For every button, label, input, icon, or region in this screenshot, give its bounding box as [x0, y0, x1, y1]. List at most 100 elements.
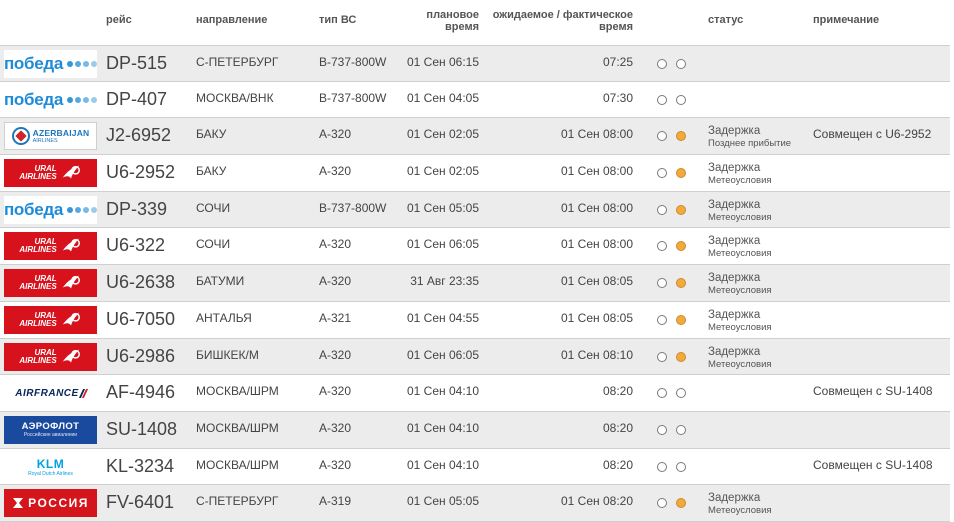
aircraft-type: A-320	[319, 237, 352, 252]
table-row: URAL AIRLINES U6-2986 БИШКЕК/М A-320 01 Сен …	[0, 338, 950, 376]
direction: БАТУМИ	[196, 274, 245, 289]
aeroflot-logo-subtext: Российские авиалинии	[23, 432, 78, 439]
pobeda-logo-text: победа	[4, 89, 64, 109]
status-indicator-2	[676, 94, 686, 105]
aircraft-type: B-737-800W	[319, 200, 387, 215]
aircraft-type: B-737-800W	[319, 55, 387, 69]
status-text: Задержка	[708, 162, 761, 175]
status-indicator-2	[676, 168, 686, 179]
arrivals-board: рейс направление тип ВС плановое время о…	[0, 0, 954, 522]
pobeda-logo: победа	[4, 50, 97, 78]
rossiya-emblem-icon	[13, 498, 24, 509]
pobeda-dots-icon	[65, 96, 97, 103]
flight-status: Задержка Позднее прибытие	[708, 125, 791, 150]
flight-number: U6-2986	[106, 345, 176, 366]
status-indicator-2	[676, 498, 686, 509]
aircraft-type: A-320	[319, 420, 352, 435]
status-indicator-2	[676, 241, 686, 252]
pobeda-logo-text: победа	[4, 54, 64, 73]
ural-logo-text: URAL AIRLINES	[19, 274, 57, 292]
direction: МОСКВА/ВНК	[196, 90, 274, 105]
status-indicator-2	[676, 278, 686, 289]
planned-time: 31 Авг 23:35	[410, 274, 479, 289]
status-text: Задержка	[708, 125, 761, 138]
rossiya-logo: РОССИЯ	[4, 489, 97, 518]
ural-bird-icon	[62, 239, 80, 252]
klm-logo: KLM Royal Dutch Airlines	[4, 452, 97, 481]
expected-time: 01 Сен 08:10	[560, 347, 633, 362]
direction: БАКУ	[196, 164, 227, 179]
airfrance-logo-mark: AIRFRANCE	[15, 388, 88, 399]
table-row: победа DP-407 МОСКВА/ВНК B-737-800W 01 Сен …	[0, 81, 950, 119]
ural-logo: URAL AIRLINES	[4, 159, 97, 188]
pobeda-logo-mark: победа	[4, 200, 97, 220]
status-indicator-2	[676, 314, 686, 325]
status-indicator-2	[676, 131, 686, 142]
flight-number: DP-339	[106, 198, 168, 219]
expected-time: 01 Сен 08:05	[560, 310, 633, 325]
status-reason: Позднее прибытие	[708, 138, 792, 150]
flight-note: Совмещен с SU-1408	[813, 384, 933, 399]
flight-rows: победа DP-515 С-ПЕТЕРБУРГ B-737-800W 01 Сен…	[0, 45, 950, 522]
status-text: Задержка	[708, 235, 761, 248]
aircraft-type: A-320	[319, 457, 352, 472]
planned-time: 01 Сен 04:10	[406, 420, 479, 435]
aeroflot-logo: АЭРОФЛОТ Российские авиалинии	[4, 415, 97, 444]
pobeda-logo-mark: победа	[4, 90, 97, 110]
status-reason: Метеоусловия	[708, 211, 772, 223]
azal-logo-mark: AZERBAIJAN AIRLINES	[11, 127, 90, 146]
ural-logo: URAL AIRLINES	[4, 269, 97, 298]
status-reason: Метеоусловия	[708, 321, 772, 333]
status-reason: Метеоусловия	[708, 248, 772, 260]
flight-number: U6-322	[106, 235, 166, 256]
status-indicator-1	[657, 498, 667, 509]
pobeda-logo: победа	[4, 195, 97, 224]
aircraft-type: A-319	[319, 494, 352, 509]
status-indicator-1	[657, 241, 667, 252]
status-reason: Метеоусловия	[708, 285, 772, 297]
status-indicator-1	[657, 94, 667, 105]
expected-time: 01 Сен 08:00	[560, 127, 633, 142]
planned-time: 01 Сен 04:10	[406, 384, 479, 399]
direction: С-ПЕТЕРБУРГ	[196, 494, 279, 509]
ural-logo-mark: URAL AIRLINES	[19, 272, 81, 294]
planned-time: 01 Сен 02:05	[406, 164, 479, 179]
planned-time: 01 Сен 05:05	[406, 200, 479, 215]
status-reason: Метеоусловия	[708, 358, 772, 370]
expected-time: 08:20	[602, 457, 633, 472]
status-text: Задержка	[708, 272, 761, 285]
header-direction: направление	[196, 14, 268, 26]
table-row: KLM Royal Dutch Airlines KL-3234 МОСКВА/Ш…	[0, 448, 950, 486]
ural-bird-icon	[62, 349, 80, 362]
pobeda-logo: победа	[4, 85, 97, 114]
flight-number: SU-1408	[106, 418, 178, 439]
ural-logo: URAL AIRLINES	[4, 305, 97, 334]
status-indicator-1	[657, 424, 667, 435]
aircraft-type: A-321	[319, 310, 352, 325]
table-row: AZERBAIJAN AIRLINES J2-6952 БАКУ A-320 01 С…	[0, 118, 950, 156]
table-row: URAL AIRLINES U6-2638 БАТУМИ A-320 31 Авг 23…	[0, 265, 950, 302]
aircraft-type: A-320	[319, 164, 352, 179]
table-row: URAL AIRLINES U6-2952 БАКУ A-320 01 Сен 02:0…	[0, 155, 950, 192]
ural-logo-text: URAL AIRLINES	[19, 164, 57, 182]
ural-logo-text: URAL AIRLINES	[19, 237, 57, 255]
status-indicator-2	[676, 351, 686, 362]
flight-number: KL-3234	[106, 455, 175, 476]
pobeda-logo-mark: победа	[4, 54, 97, 74]
flight-number: U6-2952	[106, 162, 176, 183]
pobeda-logo-text: победа	[4, 199, 64, 219]
ural-logo: URAL AIRLINES	[4, 232, 97, 261]
pobeda-dots-icon	[65, 206, 97, 213]
direction: МОСКВА/ШРМ	[196, 384, 279, 399]
flight-status: Задержка Метеоусловия	[708, 199, 772, 224]
ural-bird-icon	[62, 275, 80, 289]
status-indicator-1	[657, 204, 667, 215]
aircraft-type: A-320	[319, 127, 352, 142]
expected-time: 01 Сен 08:05	[560, 274, 633, 289]
table-row: АЭРОФЛОТ Российские авиалинии SU-1408 МОС…	[0, 411, 950, 449]
expected-time: 08:20	[602, 384, 633, 399]
header-note: примечание	[813, 14, 880, 26]
status-indicator-1	[657, 314, 667, 325]
status-text: Задержка	[708, 345, 761, 358]
table-row: URAL AIRLINES U6-7050 АНТАЛЬЯ A-321 01 Сен 0…	[0, 301, 950, 339]
